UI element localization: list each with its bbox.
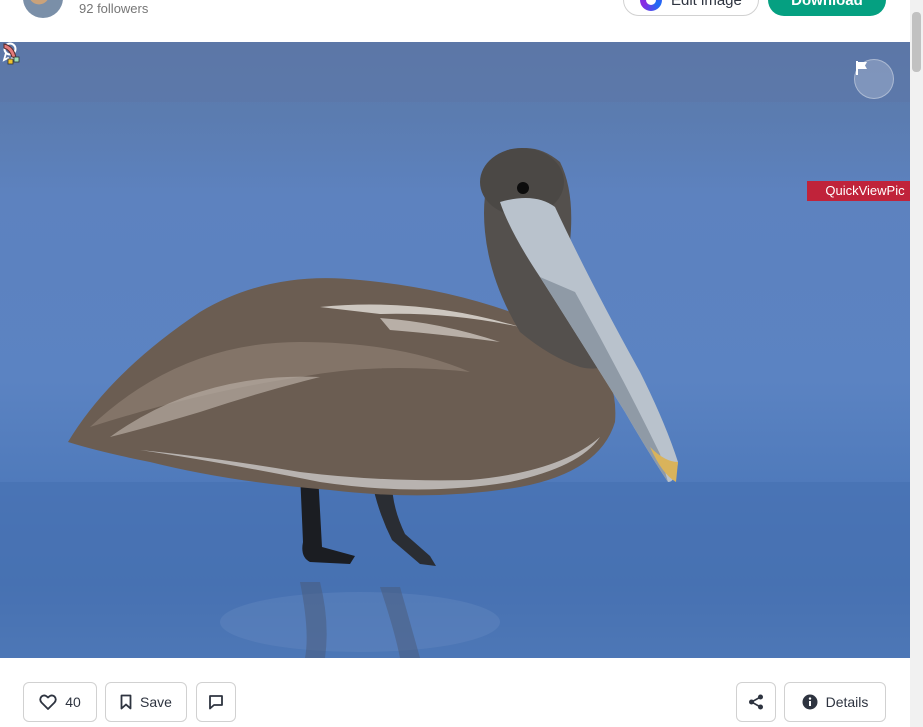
- info-icon: [802, 694, 818, 710]
- page-scrollbar[interactable]: [910, 0, 923, 727]
- avatar[interactable]: [23, 0, 63, 18]
- edit-image-icon: [640, 0, 662, 11]
- pointer-cursor-icon: [3, 43, 20, 65]
- scrollbar-thumb[interactable]: [912, 12, 921, 72]
- pelican-photo: [0, 42, 910, 658]
- report-button[interactable]: [854, 59, 894, 99]
- like-button[interactable]: 40: [23, 682, 97, 722]
- photographer-bar: 92 followers Edit image Download: [0, 0, 910, 42]
- photo-actions-bar: 40 Save Details: [0, 658, 910, 727]
- share-button[interactable]: [736, 682, 776, 722]
- flag-icon: [856, 61, 867, 75]
- quickviewpic-tab[interactable]: QuickViewPic: [807, 181, 923, 201]
- comment-button[interactable]: [196, 682, 236, 722]
- like-count: 40: [65, 694, 81, 710]
- photo-viewer[interactable]: [0, 42, 910, 658]
- save-button[interactable]: Save: [105, 682, 187, 722]
- save-label: Save: [140, 694, 172, 710]
- bookmark-icon: [120, 694, 132, 710]
- download-button[interactable]: Download: [768, 0, 886, 16]
- edit-image-button[interactable]: Edit image: [623, 0, 759, 16]
- followers-count: 92 followers: [79, 1, 149, 16]
- share-icon: [749, 694, 763, 710]
- details-button[interactable]: Details: [784, 682, 886, 722]
- comment-icon: [209, 695, 223, 710]
- heart-icon: [39, 694, 57, 710]
- download-label: Download: [791, 0, 863, 9]
- details-label: Details: [825, 694, 869, 710]
- edit-image-label: Edit image: [671, 0, 742, 9]
